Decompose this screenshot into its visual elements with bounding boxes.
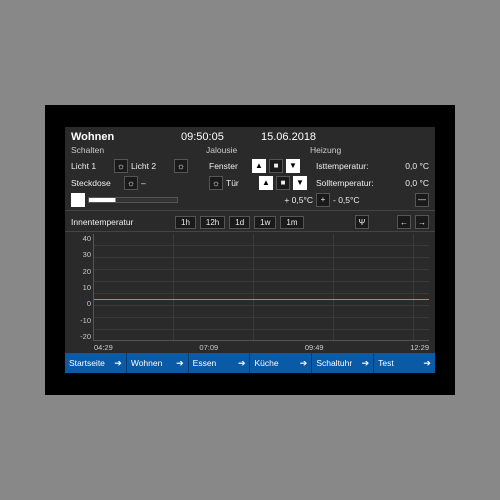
clock-date: 15.06.2018 <box>261 131 316 143</box>
window-label: Fenster <box>209 161 249 171</box>
section-switch-label: Schalten <box>71 145 206 155</box>
chart-title: Innentemperatur <box>71 217 171 227</box>
door-label: Tür <box>226 178 256 188</box>
chart-series-line <box>94 299 429 300</box>
section-heat-label: Heizung <box>310 145 341 155</box>
nav-label: Test <box>378 358 394 368</box>
device-frame: Wohnen 09:50:05 15.06.2018 Schalten Jalo… <box>45 105 455 395</box>
door-up-button[interactable]: ▲ <box>259 176 273 190</box>
nav-essen[interactable]: Essen <box>189 353 251 373</box>
set-temp-value: 0,0 °C <box>405 178 429 188</box>
xtick: 04:29 <box>94 343 113 352</box>
light1-label: Licht 1 <box>71 161 111 171</box>
set-temp-label: Solltemperatur: <box>316 178 402 188</box>
nav-wohnen[interactable]: Wohnen <box>127 353 189 373</box>
dimmer-toggle[interactable] <box>71 193 85 207</box>
light2-toggle[interactable] <box>174 159 188 173</box>
nav-label: Wohnen <box>131 358 163 368</box>
window-down-button[interactable]: ▼ <box>286 159 300 173</box>
nav-label: Essen <box>193 358 217 368</box>
section-headers: Schalten Jalousie Heizung <box>65 145 435 157</box>
window-stop-button[interactable]: ■ <box>269 159 283 173</box>
nav-label: Küche <box>254 358 278 368</box>
range-12h[interactable]: 12h <box>200 216 225 229</box>
socket-state: – <box>141 178 146 188</box>
range-1d[interactable]: 1d <box>229 216 250 229</box>
socket-label: Steckdose <box>71 178 121 188</box>
ytick: 20 <box>71 267 91 276</box>
controls-grid: Licht 1 Licht 2 Fenster ▲ ■ ▼ Isttempera… <box>65 157 435 208</box>
chart-y-axis: 40 30 20 10 0 -10 -20 <box>71 234 93 353</box>
scroll-right-button[interactable]: → <box>415 215 429 229</box>
control-row-1: Licht 1 Licht 2 Fenster ▲ ■ ▼ Isttempera… <box>71 157 429 174</box>
temp-step-down-label: + 0,5°C <box>284 195 313 205</box>
temp-step-up-label: - 0,5°C <box>333 195 360 205</box>
nav-startseite[interactable]: Startseite <box>65 353 127 373</box>
nav-test[interactable]: Test <box>374 353 435 373</box>
temp-minus-button[interactable]: — <box>415 193 429 207</box>
clock-time: 09:50:05 <box>181 131 261 143</box>
usb-icon[interactable]: Ψ <box>355 215 369 229</box>
section-blind-label: Jalousie <box>206 145 310 155</box>
scroll-left-button[interactable]: ← <box>397 215 411 229</box>
chart-area: 40 30 20 10 0 -10 -20 04:29 07:09 09:49 … <box>65 232 435 353</box>
dimmer-slider[interactable] <box>88 197 178 203</box>
door-icon[interactable] <box>209 176 223 190</box>
ytick: 30 <box>71 250 91 259</box>
socket-toggle[interactable] <box>124 176 138 190</box>
nav-label: Startseite <box>69 358 105 368</box>
header: Wohnen 09:50:05 15.06.2018 <box>65 127 435 145</box>
ytick: 10 <box>71 283 91 292</box>
chart-x-axis: 04:29 07:09 09:49 12:29 <box>94 343 429 352</box>
xtick: 12:29 <box>410 343 429 352</box>
actual-temp-label: Isttemperatur: <box>316 161 402 171</box>
nav-kueche[interactable]: Küche <box>250 353 312 373</box>
range-1w[interactable]: 1w <box>254 216 276 229</box>
ytick: -10 <box>71 316 91 325</box>
ytick: 40 <box>71 234 91 243</box>
door-stop-button[interactable]: ■ <box>276 176 290 190</box>
xtick: 09:49 <box>305 343 324 352</box>
light2-label: Licht 2 <box>131 161 171 171</box>
window-up-button[interactable]: ▲ <box>252 159 266 173</box>
light1-toggle[interactable] <box>114 159 128 173</box>
ytick: -20 <box>71 332 91 341</box>
range-1h[interactable]: 1h <box>175 216 196 229</box>
control-row-3: + 0,5°C + - 0,5°C — <box>71 191 429 208</box>
actual-temp-value: 0,0 °C <box>405 161 429 171</box>
door-down-button[interactable]: ▼ <box>293 176 307 190</box>
control-row-2: Steckdose – Tür ▲ ■ ▼ Solltemperatur: 0,… <box>71 174 429 191</box>
temp-plus-button[interactable]: + <box>316 193 330 207</box>
chart-toolbar: Innentemperatur 1h 12h 1d 1w 1m Ψ ← → <box>65 210 435 232</box>
chart-plot: 04:29 07:09 09:49 12:29 <box>93 234 429 341</box>
ytick: 0 <box>71 299 91 308</box>
nav-label: Schaltuhr <box>316 358 352 368</box>
page-title: Wohnen <box>71 131 181 143</box>
nav-schaltuhr[interactable]: Schaltuhr <box>312 353 374 373</box>
xtick: 07:09 <box>199 343 218 352</box>
range-1m[interactable]: 1m <box>280 216 303 229</box>
bottom-nav: Startseite Wohnen Essen Küche Schaltuhr … <box>65 353 435 373</box>
screen: Wohnen 09:50:05 15.06.2018 Schalten Jalo… <box>65 127 435 373</box>
